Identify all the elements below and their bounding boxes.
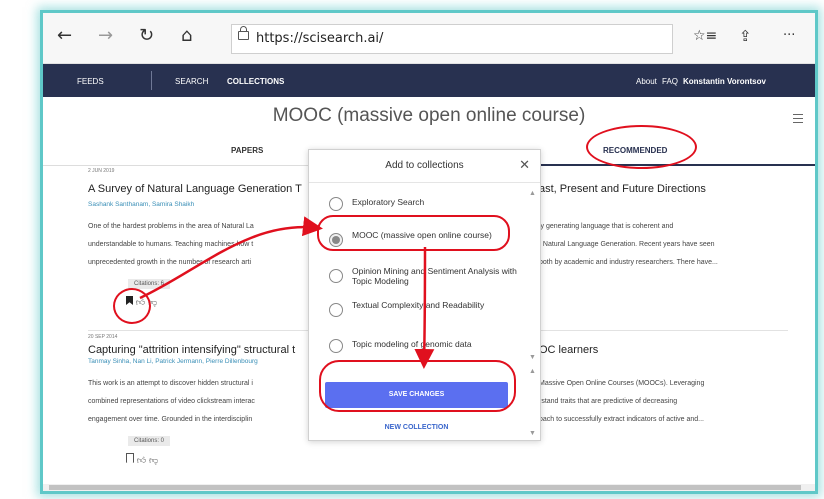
arrow-bookmark-to-option (139, 216, 323, 300)
annotation-arrows (139, 216, 435, 369)
arrow-option-to-save (414, 246, 435, 369)
